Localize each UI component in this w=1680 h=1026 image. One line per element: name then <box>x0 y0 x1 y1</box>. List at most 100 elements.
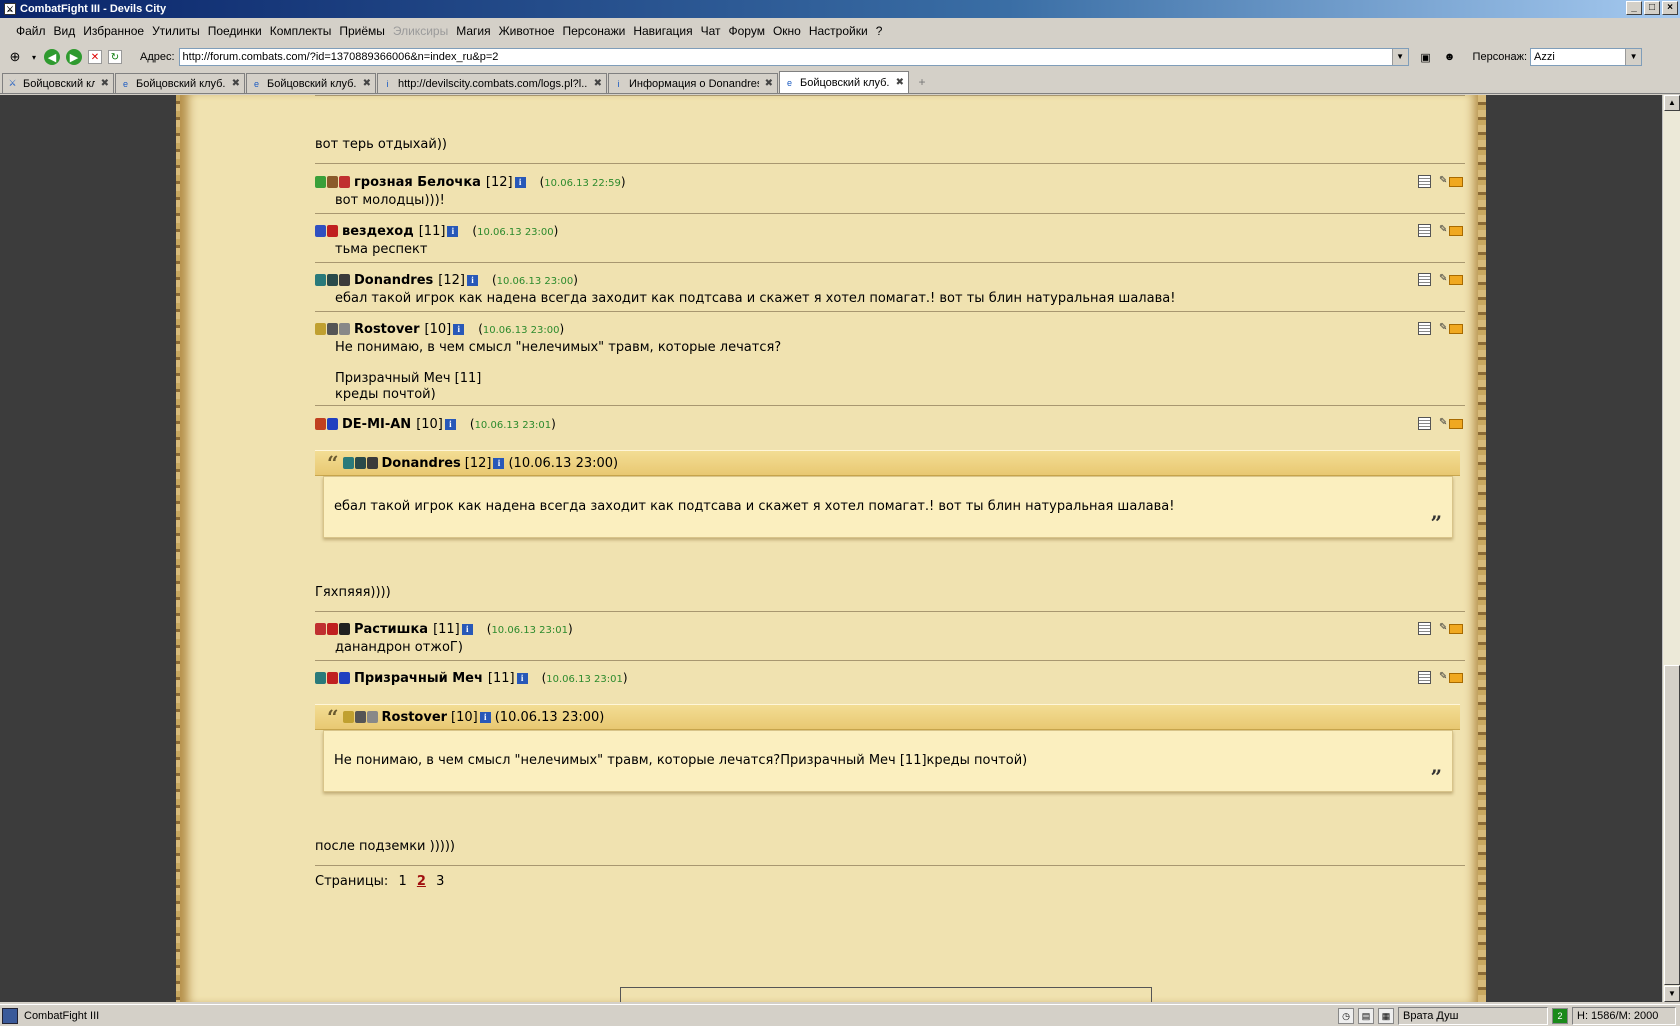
menu-item[interactable]: Форум <box>727 24 771 38</box>
menu-item[interactable]: Навигация <box>631 24 698 38</box>
post-info-icon[interactable] <box>1418 622 1431 635</box>
persona-select[interactable]: Azzi ▼ <box>1530 48 1643 66</box>
post-info-icon[interactable] <box>1418 417 1431 430</box>
minimize-button[interactable]: _ <box>1626 1 1642 15</box>
info-icon[interactable]: i <box>461 623 473 635</box>
menu-item[interactable]: Настройки <box>807 24 874 38</box>
browser-tab[interactable]: e Бойцовский клуб. ✖ <box>246 73 376 93</box>
persona-dropdown-icon[interactable]: ▼ <box>1625 49 1642 65</box>
menu-item[interactable]: Вид <box>52 24 82 38</box>
address-input[interactable]: http://forum.combats.com/?id=13708893660… <box>178 48 1409 66</box>
forward-icon[interactable]: ▶ <box>66 49 82 65</box>
document-icon[interactable]: ▤ <box>1358 1008 1374 1024</box>
address-dropdown-icon[interactable]: ▼ <box>1391 49 1408 65</box>
post-info-icon[interactable] <box>1418 322 1431 335</box>
menu-item[interactable]: Магия <box>454 24 496 38</box>
new-tab-icon[interactable]: + <box>914 75 930 91</box>
post-author[interactable]: Rostover <box>354 322 420 337</box>
post-info-icon[interactable] <box>1418 224 1431 237</box>
info-page-icon: i <box>617 78 620 89</box>
post-author[interactable]: DE-MI-AN <box>342 417 411 432</box>
post-author[interactable]: грозная Белочка <box>354 175 481 190</box>
map-icon[interactable]: ▦ <box>1378 1008 1394 1024</box>
tab-close-icon[interactable]: ✖ <box>594 78 602 89</box>
info-icon[interactable]: i <box>493 457 505 469</box>
save-page-icon[interactable]: ▣ <box>1417 48 1435 66</box>
date-paren: ) <box>559 322 565 336</box>
envelope-icon <box>1449 226 1463 236</box>
info-icon[interactable]: i <box>453 323 465 335</box>
post-author[interactable]: Призрачный Меч <box>354 671 483 686</box>
post-date: (10.06.13 22:59) <box>540 175 626 189</box>
tab-close-icon[interactable]: ✖ <box>101 78 109 89</box>
browser-tab[interactable]: e Бойцовский клуб. ✖ <box>779 71 909 93</box>
close-button[interactable]: × <box>1662 1 1678 15</box>
info-icon[interactable]: i <box>447 225 459 237</box>
scroll-thumb[interactable] <box>1664 665 1680 985</box>
quote-author[interactable]: Donandres <box>382 456 461 471</box>
post-info-icon[interactable] <box>1418 175 1431 188</box>
browser-tab[interactable]: i http://devilscity.combats.com/logs.pl?l… <box>377 73 607 93</box>
menu-item[interactable]: Файл <box>14 24 52 38</box>
user-badge-icon <box>327 176 338 188</box>
dropdown-arrow-icon[interactable]: ▾ <box>30 48 38 66</box>
info-icon[interactable]: i <box>514 176 526 188</box>
date-paren: ) <box>573 273 578 287</box>
quote-reply-icon[interactable]: ✎ <box>1439 224 1465 237</box>
quote-reply-icon[interactable]: ✎ <box>1439 671 1465 684</box>
menu-item[interactable]: Поединки <box>206 24 268 38</box>
tab-close-icon[interactable]: ✖ <box>896 77 904 88</box>
post-author[interactable]: Растишка <box>354 622 428 637</box>
back-icon[interactable]: ◀ <box>44 49 60 65</box>
quote-reply-icon[interactable]: ✎ <box>1439 273 1465 286</box>
stop-icon[interactable]: ✕ <box>88 50 102 64</box>
scroll-up-button[interactable]: ▲ <box>1664 95 1680 111</box>
browser-tab[interactable]: e Бойцовский клуб. ✖ <box>115 73 245 93</box>
quote-reply-icon[interactable]: ✎ <box>1439 175 1465 188</box>
post-author-level: [12] <box>485 174 513 190</box>
menu-item[interactable]: Животное <box>497 24 561 38</box>
menu-item[interactable]: Утилиты <box>150 24 206 38</box>
menu-item[interactable]: Приёмы <box>337 24 391 38</box>
menu-item[interactable]: Избранное <box>81 24 150 38</box>
menu-item[interactable]: ? <box>874 24 889 38</box>
tab-close-icon[interactable]: ✖ <box>765 78 773 89</box>
refresh-icon[interactable]: ↻ <box>108 50 122 64</box>
quote-reply-icon[interactable]: ✎ <box>1439 417 1465 430</box>
maximize-button[interactable]: □ <box>1644 1 1660 15</box>
post-separator <box>315 405 1465 406</box>
menu-item[interactable]: Эликсиры <box>391 24 454 38</box>
pin-icon[interactable]: ⊕ <box>6 48 24 66</box>
info-icon[interactable]: i <box>479 711 491 723</box>
info-icon[interactable]: i <box>516 672 528 684</box>
info-icon[interactable]: i <box>466 274 478 286</box>
page-link-1[interactable]: 1 <box>398 874 406 889</box>
browser-tab[interactable]: i Информация о Donandres ✖ <box>608 73 778 93</box>
info-icon[interactable]: i <box>444 418 456 430</box>
browser-tab[interactable]: ⚔ Бойцовский клуб ✖ <box>2 73 114 93</box>
vertical-scrollbar[interactable]: ▲ ▼ <box>1662 95 1680 1002</box>
scroll-down-button[interactable]: ▼ <box>1664 986 1680 1002</box>
quote-author[interactable]: Rostover <box>382 710 448 725</box>
date-paren: ) <box>622 671 628 685</box>
quote-reply-icon[interactable]: ✎ <box>1439 622 1465 635</box>
menu-item[interactable]: Комплекты <box>268 24 338 38</box>
tab-close-icon[interactable]: ✖ <box>363 78 371 89</box>
quote-reply-icon[interactable]: ✎ <box>1439 322 1465 335</box>
post-info-icon[interactable] <box>1418 273 1431 286</box>
menu-item[interactable]: Персонажи <box>561 24 632 38</box>
window-controls: _ □ × <box>1626 1 1678 15</box>
post-separator <box>315 95 1465 96</box>
menu-item[interactable]: Окно <box>771 24 807 38</box>
post-date: (10.06.13 23:01) <box>470 417 556 431</box>
user-badge-icon <box>339 623 350 635</box>
page-link-3[interactable]: 3 <box>436 874 444 889</box>
persona-icon[interactable]: ☻ <box>1441 48 1459 66</box>
page-link-2[interactable]: 2 <box>417 874 426 889</box>
post-author[interactable]: Donandres <box>354 273 433 288</box>
menu-item[interactable]: Чат <box>699 24 727 38</box>
post-author[interactable]: вездеход <box>342 224 414 239</box>
tab-close-icon[interactable]: ✖ <box>232 78 240 89</box>
clock-icon[interactable]: ◷ <box>1338 1008 1354 1024</box>
post-info-icon[interactable] <box>1418 671 1431 684</box>
